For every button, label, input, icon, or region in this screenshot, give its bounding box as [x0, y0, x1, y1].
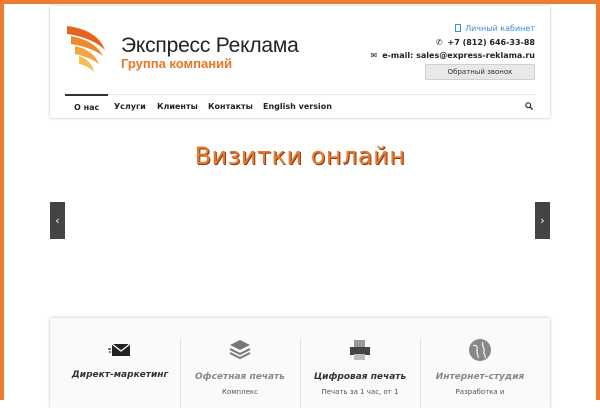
slider-title[interactable]: Визитки онлайн	[0, 142, 600, 170]
brand-subtitle: Группа компаний	[121, 56, 233, 71]
nav-item-english[interactable]: English version	[263, 95, 332, 119]
phone-number: ✆ +7 (812) 646-33-88	[436, 38, 535, 47]
site-header: Экспресс Реклама Группа компаний Личный …	[50, 6, 550, 118]
slider-next-arrow[interactable]: ›	[535, 202, 550, 239]
main-nav: О нас Услуги Клиенты Контакты English ve…	[65, 94, 535, 119]
service-direct-marketing[interactable]: Директ-маркетинг	[60, 318, 180, 408]
service-name: Интернет-студия	[435, 372, 525, 382]
service-digital-print[interactable]: Цифровая печать Печать за 1 час, от 1	[300, 318, 420, 408]
nav-item-clients[interactable]: Клиенты	[157, 95, 198, 119]
nav-item-services[interactable]: Услуги	[114, 95, 146, 119]
service-name: Офсетная печать	[195, 372, 285, 382]
wing-logo-icon[interactable]	[65, 24, 109, 74]
account-icon	[455, 24, 462, 32]
globe-icon	[469, 339, 491, 361]
phone-icon: ✆	[435, 38, 443, 47]
printer-icon	[350, 340, 370, 360]
personal-account-link[interactable]: Личный кабинет	[455, 24, 535, 33]
personal-account-label: Личный кабинет	[465, 24, 535, 33]
services-panel: Директ-маркетинг Офсетная печать Комплек…	[50, 318, 550, 408]
nav-item-about[interactable]: О нас	[65, 94, 109, 120]
email-text: e-mail: sales@express-reklama.ru	[382, 51, 535, 60]
service-desc: Печать за 1 час, от 1	[321, 388, 399, 396]
envelope-icon	[108, 343, 131, 356]
phone-text: +7 (812) 646-33-88	[447, 38, 535, 47]
mail-icon: ✉	[370, 51, 378, 60]
service-web-studio[interactable]: Интернет-студия Разработка и	[420, 318, 540, 408]
service-desc: Комплекс	[222, 388, 258, 396]
slider-prev-arrow[interactable]: ‹	[50, 202, 65, 239]
service-name: Директ-маркетинг	[71, 370, 169, 380]
email-contact[interactable]: ✉ e-mail: sales@express-reklama.ru	[370, 51, 535, 60]
service-name: Цифровая печать	[313, 372, 407, 382]
search-icon[interactable]	[525, 102, 533, 110]
callback-button[interactable]: Обратный звонок	[425, 64, 535, 80]
nav-item-contacts[interactable]: Контакты	[208, 95, 253, 119]
brand-name[interactable]: Экспресс Реклама	[121, 34, 299, 58]
service-offset-print[interactable]: Офсетная печать Комплекс	[180, 318, 300, 408]
layers-icon	[229, 340, 251, 360]
service-desc: Разработка и	[455, 388, 505, 396]
